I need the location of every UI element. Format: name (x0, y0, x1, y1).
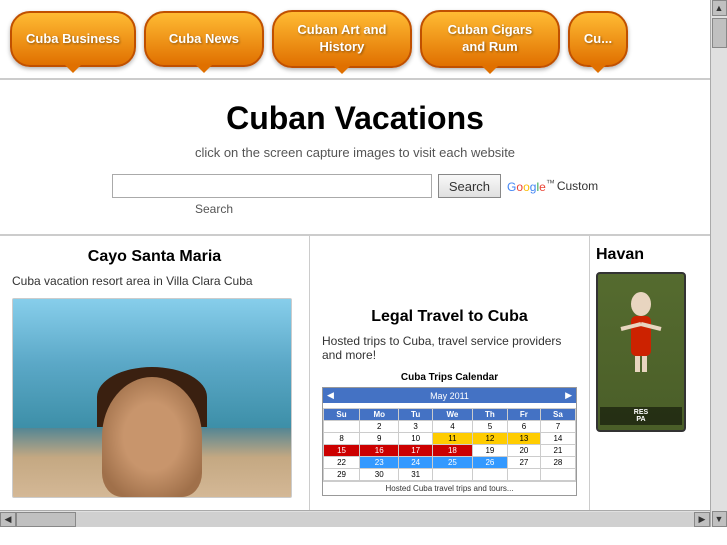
nav-button-label: Cu... (584, 31, 612, 48)
nav-button-cuba-news[interactable]: Cuba News (144, 11, 264, 67)
google-custom-label: Custom (557, 179, 598, 193)
search-button[interactable]: Search (438, 174, 501, 198)
bottom-scrollbar: ◀ ▶ (0, 510, 710, 527)
nav-button-label: Cuban Cigars and Rum (436, 22, 544, 56)
scroll-track[interactable] (16, 512, 694, 527)
havana-figure (598, 284, 684, 374)
card-desc: Cuba vacation resort area in Villa Clara… (12, 274, 297, 288)
scroll-thumb-v[interactable] (712, 18, 727, 48)
calendar-table: Su Mo Tu We Th Fr Sa 234567 (323, 408, 576, 481)
cal-nav-left[interactable]: ◀ (327, 390, 334, 401)
search-input[interactable] (112, 174, 432, 198)
scroll-left-arrow[interactable]: ◀ (0, 512, 16, 527)
search-area: Search Google™ Custom (10, 174, 700, 198)
card-legal-travel: Legal Travel to Cuba Hosted trips to Cub… (310, 236, 590, 510)
search-label: Search (10, 202, 700, 216)
havana-sign-bottom: RES PA (600, 407, 682, 425)
nav-button-label: Cuba Business (26, 31, 120, 48)
nav-button-label: Cuba News (169, 31, 239, 48)
google-logo: Google™ (507, 178, 555, 194)
havana-image[interactable]: RES PA (596, 272, 686, 432)
card-desc: Hosted trips to Cuba, travel service pro… (322, 334, 577, 362)
scroll-up-arrow[interactable]: ▲ (712, 0, 727, 16)
cal-nav-right[interactable]: ▶ (565, 390, 572, 401)
nav-button-cuban-art[interactable]: Cuban Art and History (272, 10, 412, 68)
vertical-scrollbar: ▲ ▼ (710, 0, 727, 527)
scroll-thumb[interactable] (16, 512, 76, 527)
page-title: Cuban Vacations (10, 100, 700, 137)
havana-res-label: RES (602, 409, 680, 416)
havana-figure-svg (611, 284, 671, 374)
nav-button-cuba-business[interactable]: Cuba Business (10, 11, 136, 67)
cal-month: May 2011 (430, 391, 469, 401)
card-havana: Havan RES (590, 236, 727, 510)
page-header: Cuban Vacations click on the screen capt… (0, 80, 710, 234)
swim-image[interactable] (12, 298, 292, 498)
nav-button-label: Cuban Art and History (288, 22, 396, 56)
calendar-title: Cuba Trips Calendar (322, 372, 577, 383)
cal-footer: Hosted Cuba travel trips and tours... (323, 481, 576, 495)
scroll-down-arrow[interactable]: ▼ (712, 511, 727, 527)
card-title: Havan (596, 246, 727, 264)
havana-pa-label: PA (602, 416, 680, 423)
card-title: Cayo Santa Maria (12, 248, 297, 266)
swim-face (102, 377, 202, 497)
card-title: Legal Travel to Cuba (322, 308, 577, 326)
card-cayo-santa-maria: Cayo Santa Maria Cuba vacation resort ar… (0, 236, 310, 510)
nav-button-more[interactable]: Cu... (568, 11, 628, 67)
cards-section: Cayo Santa Maria Cuba vacation resort ar… (0, 235, 710, 510)
nav-button-cuban-cigars[interactable]: Cuban Cigars and Rum (420, 10, 560, 68)
calendar-mock[interactable]: ◀ May 2011 ▶ Su Mo Tu We Th Fr (322, 387, 577, 496)
scroll-right-arrow[interactable]: ▶ (694, 512, 710, 527)
card-image[interactable] (12, 298, 297, 498)
page-subtitle: click on the screen capture images to vi… (10, 145, 700, 160)
google-badge: Google™ Custom (507, 178, 598, 194)
nav-bar: Cuba Business Cuba News Cuban Art and Hi… (0, 0, 710, 80)
